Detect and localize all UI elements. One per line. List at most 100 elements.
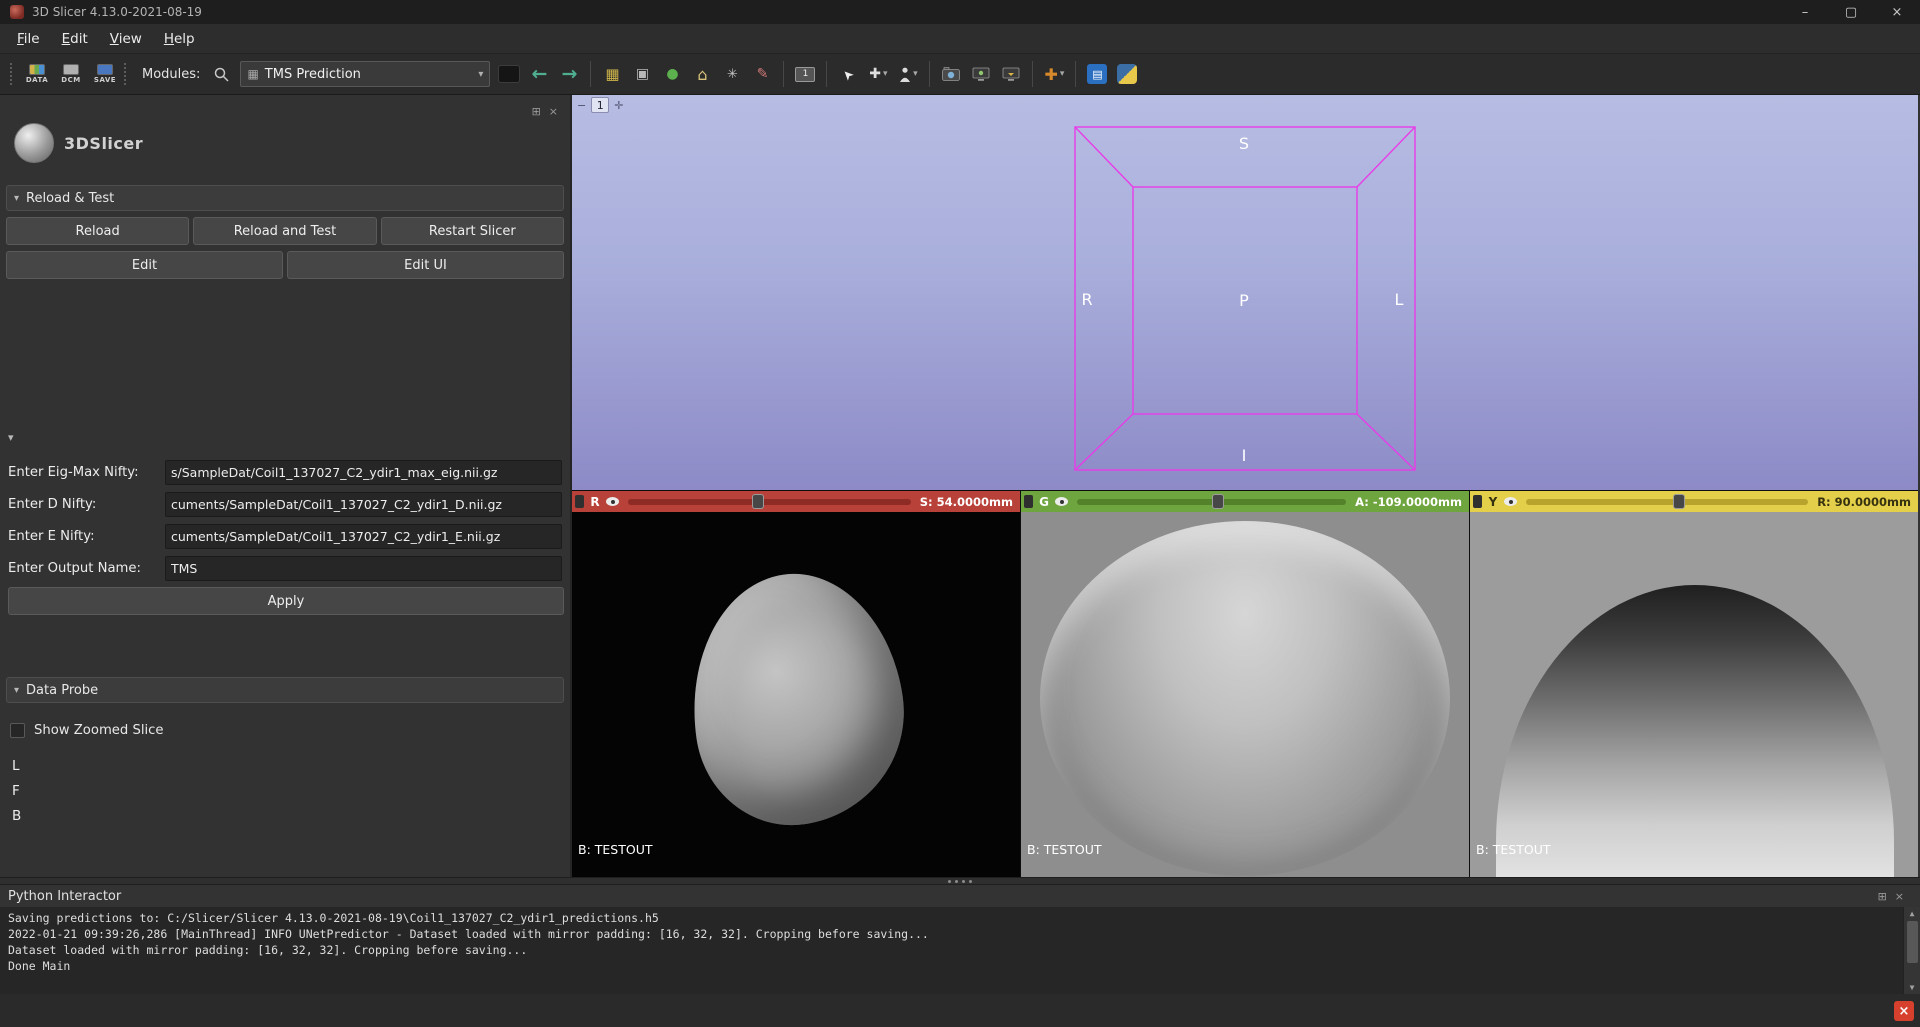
interaction-mode-dropdown[interactable]: ✚ ▾ bbox=[865, 59, 891, 89]
console-line: 2022-01-21 09:39:26,286 [MainThread] INF… bbox=[8, 926, 1896, 942]
pin-icon[interactable] bbox=[575, 495, 584, 508]
module-home-button[interactable]: ⌂ bbox=[689, 59, 715, 89]
panel-close-icon[interactable]: × bbox=[549, 105, 558, 118]
slicer-logo-text: 3DSlicer bbox=[64, 134, 143, 153]
output-name-input[interactable] bbox=[165, 556, 562, 581]
toolbar-drag-handle[interactable] bbox=[10, 63, 14, 85]
python-close-icon[interactable]: × bbox=[1895, 890, 1904, 903]
forward-arrow-icon: → bbox=[561, 63, 577, 85]
green-slice-image[interactable]: B: TESTOUT bbox=[1021, 512, 1469, 877]
bounding-box-edge bbox=[1357, 414, 1415, 470]
volume-rendering-button[interactable]: ▣ bbox=[629, 59, 655, 89]
layout-selector-button[interactable]: ▦ bbox=[599, 59, 625, 89]
monitor-restore-icon bbox=[1002, 67, 1020, 81]
yellow-slice-image[interactable]: B: TESTOUT bbox=[1470, 512, 1918, 877]
close-console-button[interactable]: × bbox=[1894, 1001, 1914, 1021]
data-probe-section-header[interactable]: ▾ Data Probe bbox=[6, 677, 564, 703]
form-row: Enter Eig-Max Nifty: bbox=[8, 459, 562, 486]
restart-slicer-button[interactable]: Restart Slicer bbox=[381, 217, 564, 245]
visibility-eye-icon[interactable] bbox=[1055, 497, 1068, 506]
extensions-manager-button[interactable]: ▤ bbox=[1084, 59, 1110, 89]
window-title: 3D Slicer 4.13.0-2021-08-19 bbox=[32, 5, 202, 19]
green-slice-controller: G A: -109.0000mm bbox=[1021, 491, 1469, 512]
show-zoomed-slice-checkbox[interactable] bbox=[10, 723, 25, 738]
python-console-button[interactable] bbox=[1114, 59, 1140, 89]
crosshair-dropdown[interactable]: ✚ ▾ bbox=[1041, 59, 1067, 89]
python-console[interactable]: Saving predictions to: C:/Slicer/Slicer … bbox=[0, 907, 1920, 994]
module-search-button[interactable] bbox=[208, 59, 234, 89]
close-icon: × bbox=[1899, 1004, 1910, 1019]
threed-view-tab[interactable]: 1 bbox=[591, 97, 609, 113]
splitter-dot bbox=[948, 880, 951, 883]
d-nifty-input[interactable] bbox=[165, 492, 562, 517]
extensions-button[interactable]: ✳ bbox=[719, 59, 745, 89]
slider-handle[interactable] bbox=[1212, 494, 1224, 509]
camera-icon bbox=[942, 67, 960, 81]
red-slice-slider[interactable] bbox=[628, 491, 911, 512]
scroll-up-icon[interactable]: ▲ bbox=[1910, 907, 1915, 920]
orientation-label-posterior: P bbox=[1239, 291, 1249, 310]
single-layout-button[interactable]: 1 bbox=[792, 59, 818, 89]
toolbar-drag-handle[interactable] bbox=[124, 63, 128, 85]
save-button[interactable]: SAVE bbox=[90, 59, 120, 89]
pin-icon[interactable] bbox=[1473, 495, 1482, 508]
toolbar-separator bbox=[590, 61, 591, 87]
edit-button[interactable]: Edit bbox=[6, 251, 283, 279]
pin-icon[interactable]: − bbox=[577, 99, 586, 112]
splitter-dot bbox=[962, 880, 965, 883]
pin-icon[interactable] bbox=[1024, 495, 1033, 508]
close-button[interactable]: × bbox=[1874, 0, 1920, 24]
maximize-button[interactable]: ▢ bbox=[1828, 0, 1874, 24]
minimize-button[interactable]: – bbox=[1782, 0, 1828, 24]
scene-view-restore-button[interactable] bbox=[998, 59, 1024, 89]
scrollbar-thumb[interactable] bbox=[1907, 921, 1918, 963]
view-area: − 1 ✛ S R P bbox=[572, 95, 1918, 877]
console-scrollbar[interactable]: ▲ ▼ bbox=[1903, 907, 1920, 994]
slider-handle[interactable] bbox=[752, 494, 764, 509]
chevron-down-icon: ▾ bbox=[478, 69, 483, 80]
yellow-slice-slider[interactable] bbox=[1526, 491, 1808, 512]
visibility-eye-icon[interactable] bbox=[1504, 497, 1517, 506]
module-selector-combobox[interactable]: ▦ TMS Prediction ▾ bbox=[240, 61, 490, 87]
menu-file[interactable]: File bbox=[6, 31, 51, 47]
minimize-icon: – bbox=[1802, 5, 1809, 20]
tab-cross-icon[interactable]: ✛ bbox=[614, 99, 623, 112]
scroll-down-icon[interactable]: ▼ bbox=[1910, 981, 1915, 994]
screenshot-button[interactable] bbox=[938, 59, 964, 89]
slider-handle[interactable] bbox=[1673, 494, 1685, 509]
reload-and-test-button[interactable]: Reload and Test bbox=[193, 217, 376, 245]
markups-button[interactable]: ● bbox=[659, 59, 685, 89]
bounding-box-edge bbox=[1075, 127, 1133, 187]
reload-test-section-header[interactable]: ▾ Reload & Test bbox=[6, 185, 564, 211]
snowflake-icon: ✳ bbox=[727, 67, 738, 82]
edit-ui-button[interactable]: Edit UI bbox=[287, 251, 564, 279]
module-back-button[interactable]: ← bbox=[526, 59, 552, 89]
green-slice-slider[interactable] bbox=[1077, 491, 1346, 512]
module-history-button[interactable] bbox=[498, 65, 520, 83]
reload-button[interactable]: Reload bbox=[6, 217, 189, 245]
menu-edit[interactable]: Edit bbox=[51, 31, 99, 47]
eig-max-input[interactable] bbox=[165, 460, 562, 485]
panel-splitter-handle[interactable] bbox=[0, 877, 1920, 885]
scene-view-capture-button[interactable] bbox=[968, 59, 994, 89]
load-data-button[interactable]: DATA bbox=[22, 59, 52, 89]
panel-popup-icon[interactable]: ⊞ bbox=[532, 105, 541, 118]
red-slice-image[interactable]: B: TESTOUT bbox=[572, 512, 1020, 877]
editor-button[interactable]: ✎ bbox=[749, 59, 775, 89]
slicer-logo-icon bbox=[14, 123, 54, 163]
threed-view[interactable]: − 1 ✛ S R P bbox=[572, 95, 1918, 490]
form-row: Enter Output Name: bbox=[8, 555, 562, 582]
menu-view[interactable]: View bbox=[99, 31, 153, 47]
visibility-eye-icon[interactable] bbox=[606, 497, 619, 506]
place-point-dropdown[interactable]: ▾ bbox=[895, 59, 921, 89]
bounding-box-edge bbox=[1357, 127, 1415, 187]
menu-help[interactable]: Help bbox=[153, 31, 206, 47]
apply-button[interactable]: Apply bbox=[8, 587, 564, 615]
e-nifty-input[interactable] bbox=[165, 524, 562, 549]
python-popup-icon[interactable]: ⊞ bbox=[1878, 890, 1887, 903]
mouse-mode-button[interactable]: ➤ bbox=[835, 59, 861, 89]
module-forward-button[interactable]: → bbox=[556, 59, 582, 89]
load-dicom-button[interactable]: DCM bbox=[56, 59, 86, 89]
console-line: Dataset loaded with mirror padding: [16,… bbox=[8, 942, 1896, 958]
collapse-arrow-icon[interactable]: ▾ bbox=[8, 431, 570, 445]
